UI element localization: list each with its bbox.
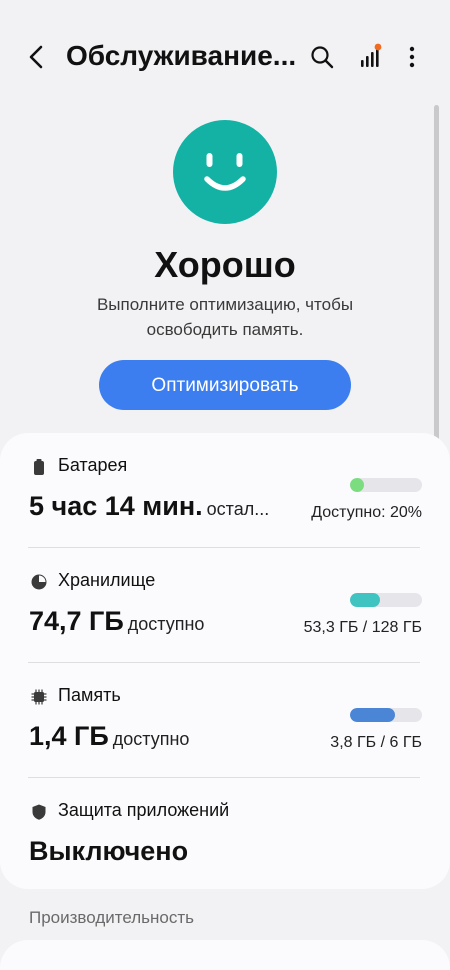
battery-value: 5 час 14 мин. остал... — [29, 491, 269, 522]
status-title: Хорошо — [154, 244, 296, 285]
memory-row[interactable]: Память 1,4 ГБ доступно 3,8 ГБ / 6 ГБ — [0, 663, 450, 777]
app-protection-status: Выключено — [29, 836, 189, 866]
storage-label: Хранилище — [58, 570, 156, 590]
memory-chip-icon — [31, 689, 47, 705]
shield-icon — [32, 804, 46, 820]
storage-available: 74,7 ГБ — [29, 606, 124, 636]
notification-dot — [374, 43, 382, 51]
status-subtitle-line-1: Выполните оптимизацию, чтобы — [96, 295, 354, 314]
storage-level-fill — [350, 593, 381, 607]
status-subtitle-line-2: освободить память. — [146, 320, 304, 339]
battery-detail: Доступно: 20% — [311, 504, 422, 521]
memory-value: 1,4 ГБ доступно — [29, 721, 189, 752]
app-bar: Обслуживание... — [0, 0, 450, 116]
memory-level-fill — [350, 708, 396, 722]
memory-level-bar — [350, 708, 422, 722]
more-vertical-icon — [409, 46, 415, 68]
battery-label: Батарея — [58, 455, 128, 475]
battery-level-fill — [350, 478, 365, 492]
status-subtitle: Выполните оптимизацию, чтобы освободить … — [0, 292, 450, 342]
battery-time-suffix: остал... — [206, 499, 270, 519]
storage-row[interactable]: Хранилище 74,7 ГБ доступно 53,3 ГБ / 128 … — [0, 548, 450, 662]
memory-available: 1,4 ГБ — [29, 721, 109, 751]
battery-row[interactable]: Батарея 5 час 14 мин. остал... Доступно: … — [0, 433, 450, 547]
diagnostics-button[interactable] — [356, 43, 386, 71]
optimize-button[interactable]: Оптимизировать — [99, 360, 351, 410]
battery-level-bar — [350, 478, 422, 492]
pie-chart-icon — [31, 574, 47, 590]
search-button[interactable] — [308, 43, 336, 71]
app-protection-row[interactable]: Защита приложений Выключено — [0, 778, 450, 892]
back-chevron-icon — [29, 45, 43, 69]
storage-available-suffix: доступно — [127, 614, 205, 634]
device-status-card: Батарея 5 час 14 мин. остал... Доступно: … — [0, 433, 450, 889]
search-icon — [311, 46, 334, 69]
more-options-button[interactable] — [400, 43, 424, 71]
performance-card[interactable] — [0, 940, 450, 970]
memory-available-suffix: доступно — [112, 729, 190, 749]
battery-time: 5 час 14 мин. — [29, 491, 203, 521]
signal-bars-icon — [361, 43, 382, 67]
memory-detail: 3,8 ГБ / 6 ГБ — [330, 734, 422, 751]
storage-value: 74,7 ГБ доступно — [29, 606, 204, 637]
battery-icon — [34, 459, 44, 475]
memory-label: Память — [58, 685, 121, 705]
app-protection-label: Защита приложений — [58, 800, 230, 820]
back-button[interactable] — [24, 40, 52, 74]
smiley-face-icon — [173, 120, 277, 224]
storage-detail: 53,3 ГБ / 128 ГБ — [303, 619, 422, 636]
page-title: Обслуживание... — [66, 40, 297, 71]
storage-level-bar — [350, 593, 422, 607]
app-protection-value: Выключено — [29, 836, 188, 867]
performance-section-header: Производительность — [29, 908, 195, 927]
